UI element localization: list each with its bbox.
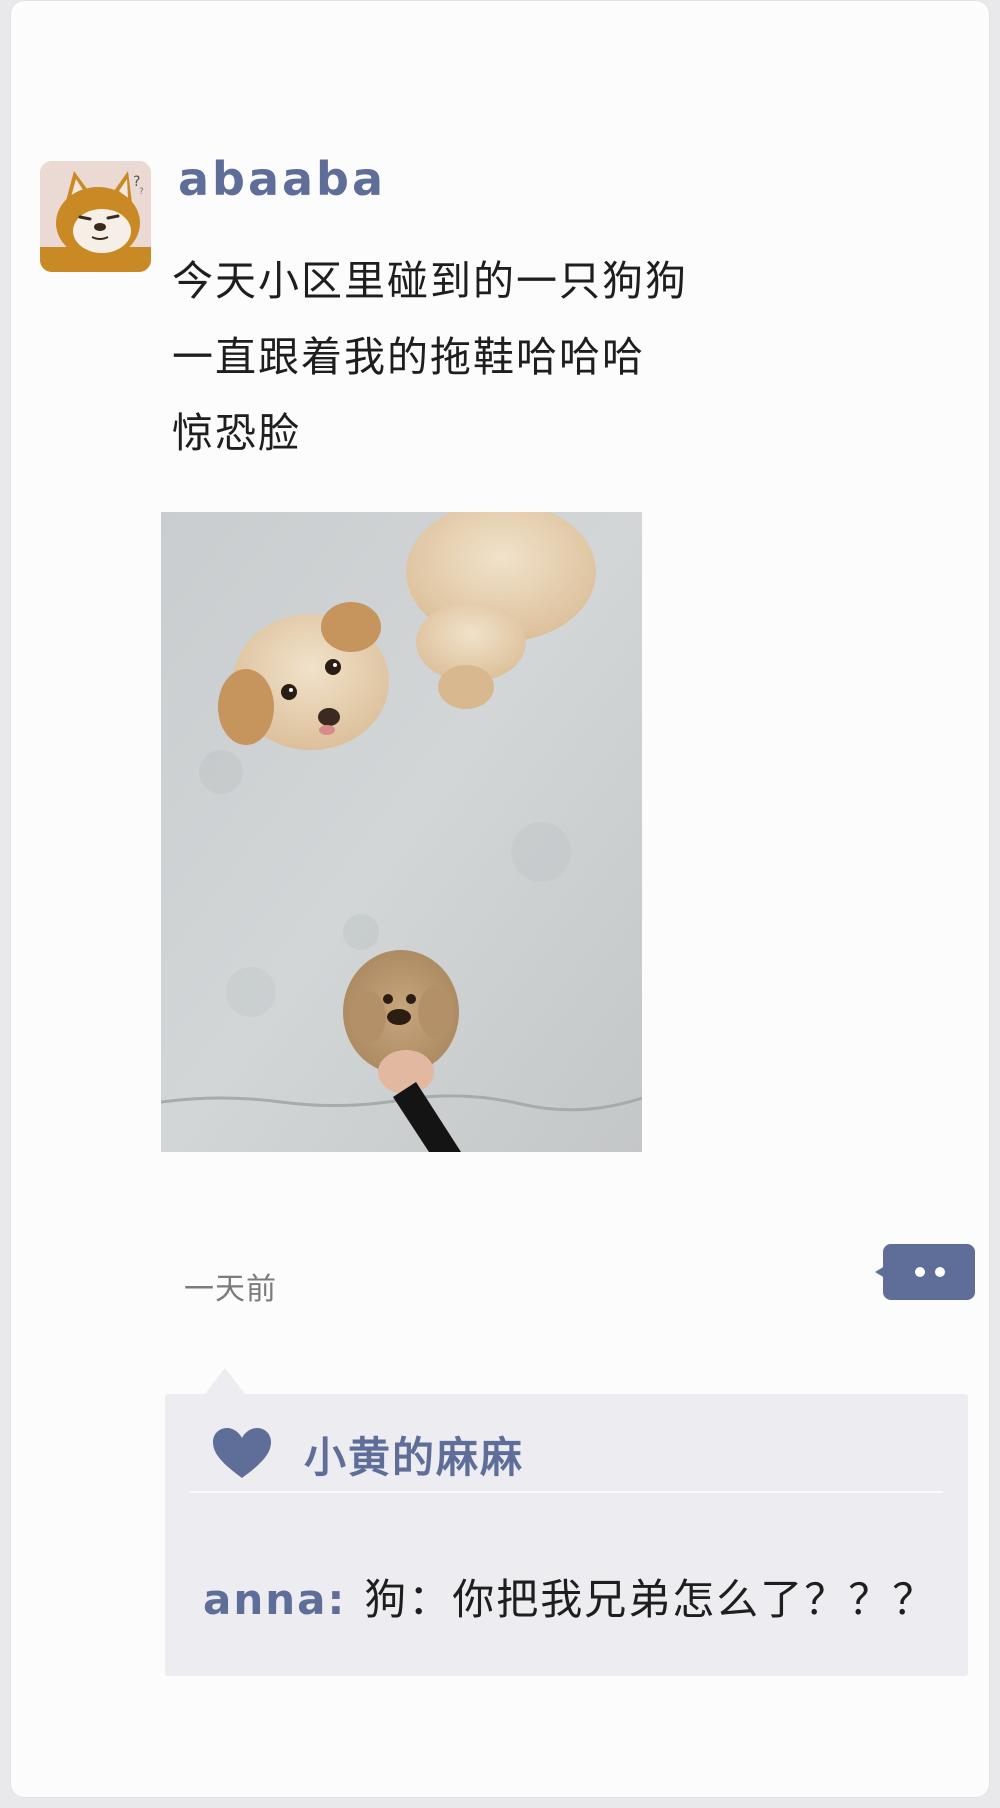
avatar[interactable]: ? ?	[40, 161, 151, 272]
comment-item[interactable]: anna: 狗：你把我兄弟怎么了？？？	[203, 1566, 936, 1627]
more-dots-icon	[875, 1244, 975, 1300]
divider	[190, 1491, 943, 1493]
panel-pointer	[205, 1368, 245, 1394]
moment-card: ? ? abaaba 今天小区里碰到的一只狗狗 一直跟着我的拖鞋哈哈哈 惊恐脸	[10, 0, 990, 1798]
svg-text:?: ?	[139, 187, 144, 197]
post-text: 今天小区里碰到的一只狗狗 一直跟着我的拖鞋哈哈哈 惊恐脸	[172, 243, 932, 471]
post-username[interactable]: abaaba	[178, 152, 386, 206]
liker-name[interactable]: 小黄的麻麻	[304, 1424, 524, 1485]
post-text-line: 今天小区里碰到的一只狗狗	[172, 257, 688, 305]
comment-action-button[interactable]	[873, 1244, 975, 1300]
comment-separator: :	[327, 1575, 347, 1624]
likes-row: 小黄的麻麻	[213, 1424, 524, 1484]
post-text-line: 一直跟着我的拖鞋哈哈哈	[172, 333, 645, 381]
post-timestamp: 一天前	[184, 1272, 277, 1307]
heart-icon	[213, 1428, 271, 1480]
comment-text: 狗：你把我兄弟怎么了？？？	[364, 1575, 937, 1624]
dog-and-slipper-photo	[161, 512, 642, 1152]
post-photo[interactable]	[161, 512, 642, 1152]
shiba-avatar-image: ? ?	[40, 161, 151, 272]
post-text-line: 惊恐脸	[172, 409, 301, 457]
comment-author[interactable]: anna	[203, 1575, 327, 1624]
interaction-panel: 小黄的麻麻 anna: 狗：你把我兄弟怎么了？？？	[165, 1368, 968, 1676]
